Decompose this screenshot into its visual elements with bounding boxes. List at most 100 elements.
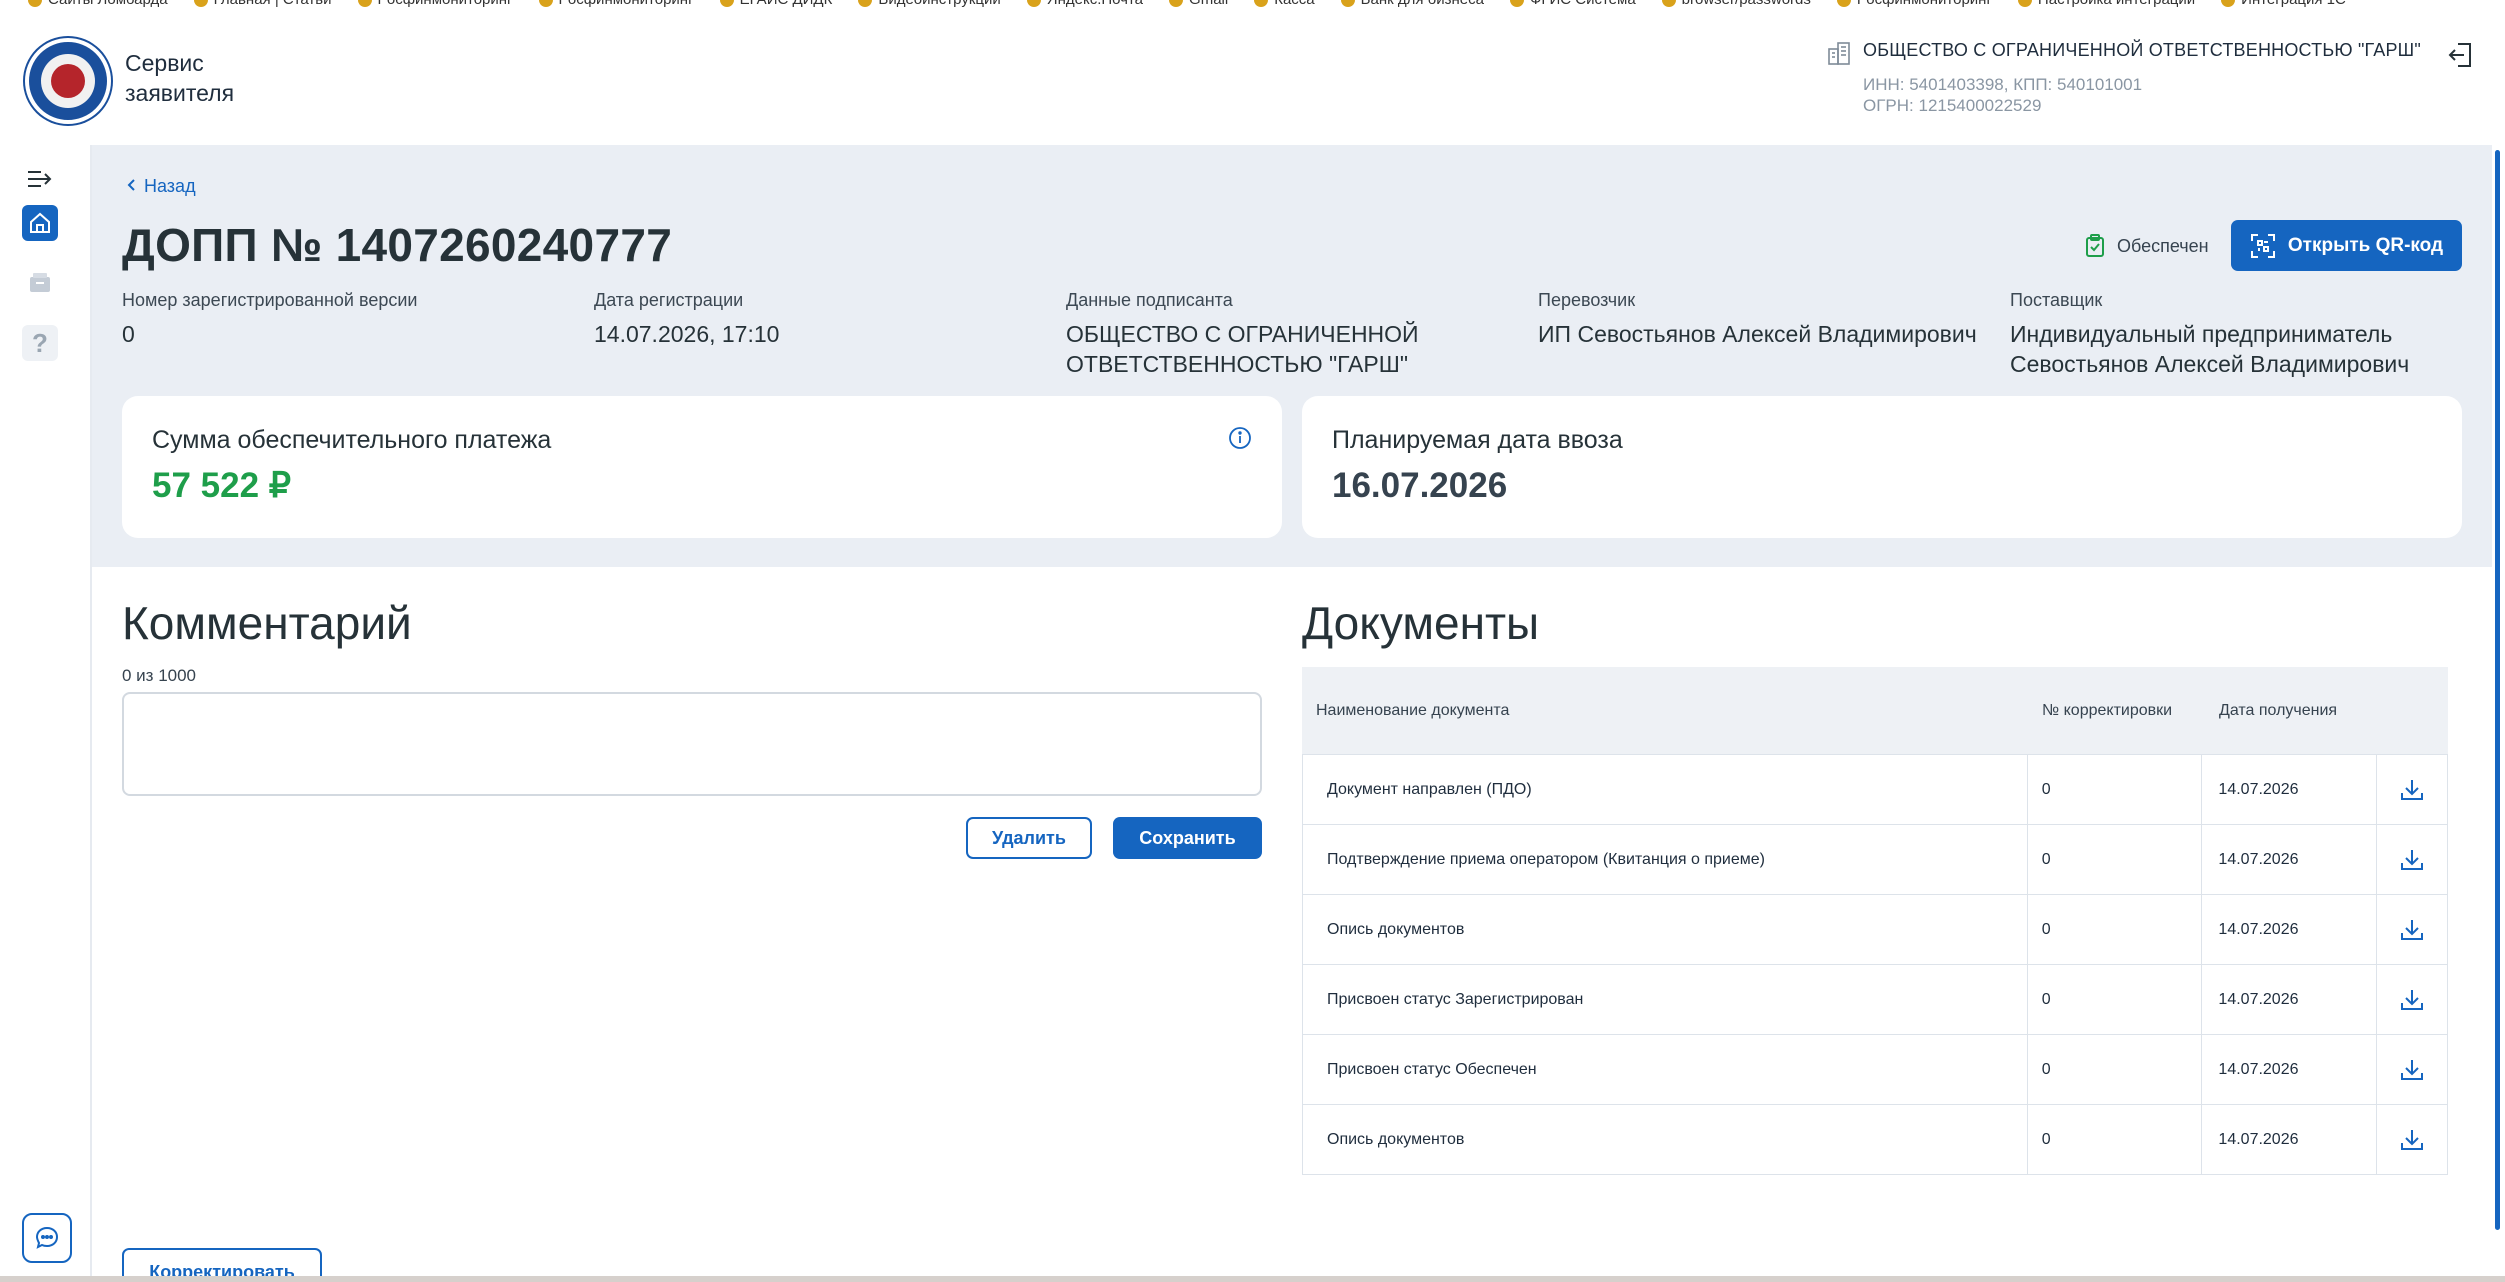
document-date: 14.07.2026 bbox=[2202, 1035, 2378, 1104]
bookmark-label: Банк для бизнеса bbox=[1361, 0, 1484, 8]
download-icon[interactable] bbox=[2377, 825, 2447, 894]
bookmark-item[interactable]: Касса bbox=[1254, 0, 1315, 8]
box-icon[interactable] bbox=[22, 265, 58, 301]
help-icon[interactable]: ? bbox=[22, 325, 58, 361]
table-row: Опись документов 0 14.07.2026 bbox=[1302, 1105, 2448, 1175]
bookmark-favicon-icon bbox=[193, 0, 208, 7]
comment-textarea[interactable] bbox=[122, 692, 1262, 796]
page-scrollbar[interactable] bbox=[2492, 145, 2505, 1282]
back-link[interactable]: Назад bbox=[126, 176, 196, 197]
clipboard-check-icon bbox=[2086, 234, 2104, 257]
bookmark-item[interactable]: Интеграция 1С bbox=[2221, 0, 2346, 8]
field-label: Дата регистрации bbox=[594, 290, 744, 310]
column-header-correction: № корректировки bbox=[2042, 701, 2173, 719]
collapse-menu-icon[interactable] bbox=[22, 161, 58, 197]
home-icon[interactable] bbox=[22, 205, 58, 241]
document-name: Документ направлен (ПДО) bbox=[1303, 755, 2028, 824]
download-icon[interactable] bbox=[2377, 965, 2447, 1034]
bookmark-item[interactable]: Росфинмониторинг bbox=[538, 0, 694, 8]
bookmark-label: Росфинмониторинг bbox=[1857, 0, 1992, 8]
document-name: Подтверждение приема оператором (Квитанц… bbox=[1303, 825, 2028, 894]
save-button[interactable]: Сохранить bbox=[1113, 817, 1262, 859]
document-date: 14.07.2026 bbox=[2202, 1105, 2378, 1174]
bookmark-favicon-icon bbox=[858, 0, 873, 7]
bookmark-favicon-icon bbox=[1836, 0, 1851, 7]
bookmark-label: Gmail bbox=[1189, 0, 1228, 8]
document-name: Опись документов bbox=[1303, 895, 2028, 964]
bookmark-label: Видеоинструкции bbox=[878, 0, 1000, 8]
bookmark-favicon-icon bbox=[1340, 0, 1355, 7]
window-bottom-edge bbox=[0, 1276, 2505, 1282]
bookmark-label: ФГИС Система bbox=[1530, 0, 1636, 8]
org-details: ИНН: 5401403398, КПП: 540101001 ОГРН: 12… bbox=[1863, 74, 2142, 116]
download-icon[interactable] bbox=[2377, 1105, 2447, 1174]
chevron-left-icon bbox=[126, 176, 136, 197]
document-correction: 0 bbox=[2028, 1105, 2203, 1174]
bookmark-favicon-icon bbox=[719, 0, 734, 7]
org-inn-kpp: ИНН: 5401403398, КПП: 540101001 bbox=[1863, 75, 2143, 94]
field-value: ОБЩЕСТВО С ОГРАНИЧЕННОЙ ОТВЕТСТВЕННОСТЬЮ… bbox=[1066, 321, 1419, 377]
bookmark-favicon-icon bbox=[2017, 0, 2032, 7]
bookmark-favicon-icon bbox=[1661, 0, 1676, 7]
char-counter: 0 из 1000 bbox=[122, 666, 197, 685]
planned-date-value: 16.07.2026 bbox=[1332, 466, 1508, 505]
bookmark-favicon-icon bbox=[1026, 0, 1041, 7]
column-header-date: Дата получения bbox=[2219, 701, 2338, 719]
document-correction: 0 bbox=[2028, 965, 2203, 1034]
bookmark-item[interactable]: Росфинмониторинг bbox=[357, 0, 513, 8]
document-fields: Номер зарегистрированной версии 0 Дата р… bbox=[122, 290, 2462, 380]
document-correction: 0 bbox=[2028, 755, 2203, 824]
table-header: Наименование документа № корректировки Д… bbox=[1302, 667, 2448, 755]
org-name: ОБЩЕСТВО С ОГРАНИЧЕННОЙ ОТВЕТСТВЕННОСТЬЮ… bbox=[1863, 40, 2421, 60]
bookmark-favicon-icon bbox=[1254, 0, 1269, 7]
field-value: Индивидуальный предприниматель Севостьян… bbox=[2010, 321, 2410, 377]
bookmark-item[interactable]: ФГИС Система bbox=[1509, 0, 1636, 8]
field-label: Данные подписанта bbox=[1066, 290, 1233, 310]
bookmark-item[interactable]: Сайты Ломбарда bbox=[28, 0, 168, 8]
download-icon[interactable] bbox=[2377, 1035, 2447, 1104]
document-name: Опись документов bbox=[1303, 1105, 2028, 1174]
bookmark-item[interactable]: Банк для бизнеса bbox=[1340, 0, 1484, 8]
back-label: Назад bbox=[144, 176, 196, 196]
bookmark-item[interactable]: Gmail bbox=[1169, 0, 1228, 8]
bookmark-item[interactable]: ЕГАИС ДИДК bbox=[719, 0, 832, 8]
download-icon[interactable] bbox=[2377, 895, 2447, 964]
info-icon[interactable] bbox=[1228, 426, 1252, 450]
bookmark-favicon-icon bbox=[28, 0, 42, 7]
download-icon[interactable] bbox=[2377, 755, 2447, 824]
org-ogrn: ОГРН: 1215400022529 bbox=[1863, 96, 2042, 115]
document-date: 14.07.2026 bbox=[2202, 755, 2378, 824]
logout-icon[interactable] bbox=[2446, 40, 2476, 70]
document-date: 14.07.2026 bbox=[2202, 895, 2378, 964]
table-row: Опись документов 0 14.07.2026 bbox=[1302, 895, 2448, 965]
planned-date-label: Планируемая дата ввоза bbox=[1332, 426, 1623, 454]
field-value: ИП Севостьянов Алексей Владимирович bbox=[1538, 321, 1977, 347]
delete-button[interactable]: Удалить bbox=[966, 817, 1092, 859]
field-label: Перевозчик bbox=[1538, 290, 1636, 310]
field-value: 14.07.2026, 17:10 bbox=[594, 321, 780, 347]
bookmark-favicon-icon bbox=[1509, 0, 1524, 7]
bookmark-item[interactable]: Росфинмониторинг bbox=[1836, 0, 1992, 8]
field-value: 0 bbox=[122, 321, 135, 347]
bookmark-favicon-icon bbox=[538, 0, 553, 7]
app-header: Сервис заявителя ОБЩЕСТВО С ОГРАНИЧЕННОЙ… bbox=[0, 10, 2505, 145]
bookmark-favicon-icon bbox=[357, 0, 372, 7]
document-correction: 0 bbox=[2028, 825, 2203, 894]
document-name: Присвоен статус Зарегистрирован bbox=[1303, 965, 2028, 1034]
bookmark-item[interactable]: Главная | Статьи bbox=[193, 0, 332, 8]
table-row: Документ направлен (ПДО) 0 14.07.2026 bbox=[1302, 755, 2448, 825]
bookmark-label: Главная | Статьи bbox=[214, 0, 332, 8]
bookmark-label: Росфинмониторинг bbox=[559, 0, 694, 8]
bookmark-item[interactable]: Настройка интеграции bbox=[2017, 0, 2195, 8]
bookmark-item[interactable]: Яндекс.Почта bbox=[1026, 0, 1143, 8]
bookmark-item[interactable]: Видеоинструкции bbox=[858, 0, 1001, 8]
chat-icon[interactable] bbox=[22, 1213, 72, 1263]
service-title: Сервис заявителя bbox=[125, 50, 235, 106]
table-row: Подтверждение приема оператором (Квитанц… bbox=[1302, 825, 2448, 895]
bookmark-label: Настройка интеграции bbox=[2038, 0, 2195, 8]
bookmark-item[interactable]: browser/passwords bbox=[1661, 0, 1811, 8]
bookmark-label: Росфинмониторинг bbox=[378, 0, 513, 8]
document-date: 14.07.2026 bbox=[2202, 825, 2378, 894]
scrollbar-thumb[interactable] bbox=[2495, 150, 2500, 1230]
open-qr-button[interactable]: Открыть QR-код bbox=[2231, 220, 2462, 271]
